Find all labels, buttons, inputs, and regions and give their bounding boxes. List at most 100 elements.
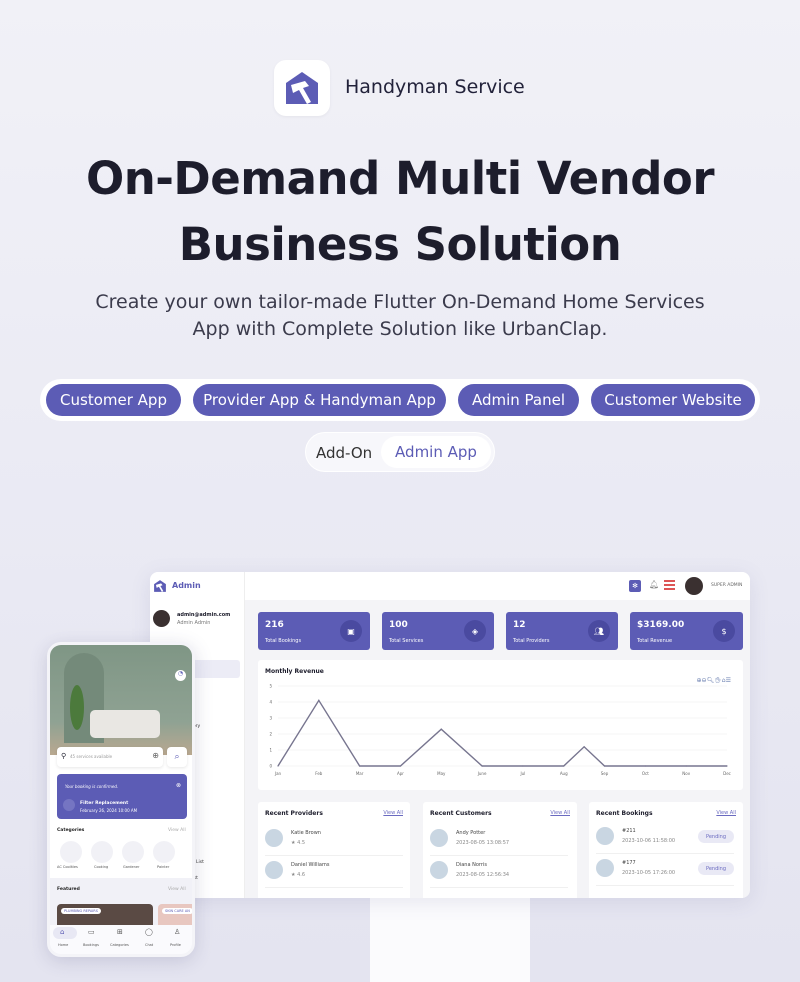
avatar	[265, 829, 283, 847]
categories-icon[interactable]: ⊞	[117, 928, 123, 936]
x-tick-label: Nov	[682, 771, 690, 776]
bell-icon[interactable]: 🔔︎	[649, 580, 659, 589]
chat-icon[interactable]: ◯	[145, 928, 153, 936]
theme-toggle-icon[interactable]: ✻	[629, 580, 641, 592]
data-point	[603, 765, 606, 767]
addon-admin-app[interactable]: Admin App	[381, 436, 491, 468]
nav-chat[interactable]: Chat	[145, 943, 153, 947]
data-point	[277, 765, 279, 767]
view-all-link[interactable]: View All	[168, 887, 186, 892]
card-title: Recent Customers	[430, 810, 492, 817]
admin-panel: Admin admin@admin.com Admin Admin rd gor…	[150, 572, 750, 898]
categories-title: Categories	[57, 828, 85, 833]
x-tick-label: Dec	[723, 771, 731, 776]
avatar	[596, 827, 614, 845]
banner-date: February 26, 2024 10:00 AM	[80, 808, 138, 813]
locate-icon[interactable]: ⊕	[152, 751, 159, 760]
users-icon: 👥︎	[588, 620, 610, 642]
data-point	[522, 765, 524, 767]
banner-service: Filter Replacement	[80, 801, 129, 806]
data-point	[481, 765, 483, 767]
card-title: Recent Bookings	[596, 810, 653, 817]
y-tick-label: 5	[269, 684, 272, 689]
admin-name: Admin Admin	[177, 620, 211, 626]
list-item[interactable]: #211 2023-10-06 11:58:00 Pending	[596, 822, 734, 854]
hero-room-image: ◔	[50, 645, 192, 755]
featured-tag: PLUMBING REPAIRS	[61, 908, 101, 914]
booking-date: 2023-10-05 17:26:00	[622, 870, 676, 876]
data-point	[644, 765, 646, 767]
categories-row: AC Coolities Cooking Gardener Painter	[57, 841, 192, 873]
pill-admin-panel[interactable]: Admin Panel	[458, 384, 579, 416]
stat-value: 12	[513, 620, 526, 630]
category-label[interactable]: Gardener	[123, 865, 139, 869]
view-all-link[interactable]: View All	[168, 828, 186, 833]
featured-title: Featured	[57, 887, 80, 892]
avatar	[596, 859, 614, 877]
stat-total-bookings[interactable]: 216 Total Bookings ▣	[258, 612, 370, 650]
customer-name: Diana Norris	[456, 862, 487, 868]
monthly-revenue-card: Monthly Revenue ⊕⊖🔍︎✋︎⌂☰ 0 1 2 3 4 5 Jan Feb Mar…	[258, 660, 743, 790]
provider-name: Daniel Williams	[291, 862, 330, 868]
category-label[interactable]: Cooking	[94, 865, 108, 869]
stat-value: 100	[389, 620, 408, 630]
category-icon[interactable]	[153, 841, 175, 863]
user-avatar[interactable]	[685, 577, 703, 595]
home-icon[interactable]: ⌂	[60, 928, 64, 936]
recent-customers-card: Recent Customers View All Andy Potter 202…	[423, 802, 577, 898]
booking-banner[interactable]: Your booking is confirmed. ⊗ Filter Repl…	[57, 774, 187, 819]
notification-icon[interactable]: ◔	[175, 670, 186, 681]
nav-home[interactable]: Home	[58, 943, 68, 947]
admin-logo-text: Admin	[172, 581, 201, 590]
recent-bookings-card: Recent Bookings View All #211 2023-10-06 …	[589, 802, 743, 898]
avatar	[265, 861, 283, 879]
recent-providers-card: Recent Providers View All Katie Brown ★ 4…	[258, 802, 410, 898]
list-item[interactable]: Daniel Williams ★ 4.6	[265, 856, 403, 888]
x-tick-label: May	[437, 771, 446, 776]
list-item[interactable]: Andy Potter 2023-08-05 13:08:57	[430, 824, 568, 856]
list-item[interactable]: Diana Norris 2023-08-05 12:56:34	[430, 856, 568, 888]
stat-label: Total Revenue	[637, 638, 673, 644]
pill-provider-app[interactable]: Provider App & Handyman App	[193, 384, 446, 416]
pill-customer-app[interactable]: Customer App	[46, 384, 181, 416]
category-icon[interactable]	[60, 841, 82, 863]
view-all-link[interactable]: View All	[716, 810, 736, 816]
stat-total-services[interactable]: 100 Total Services ◈	[382, 612, 494, 650]
category-label[interactable]: AC Coolities	[57, 865, 78, 869]
close-icon[interactable]: ⊗	[176, 782, 181, 789]
nav-bookings[interactable]: Bookings	[83, 943, 99, 947]
flag-us-icon[interactable]	[664, 580, 675, 592]
category-icon[interactable]	[91, 841, 113, 863]
view-all-link[interactable]: View All	[550, 810, 570, 816]
profile-icon[interactable]: ♙	[174, 928, 180, 936]
stat-value: 216	[265, 620, 284, 630]
stat-total-providers[interactable]: 12 Total Providers 👥︎	[506, 612, 618, 650]
data-point	[583, 746, 585, 748]
data-point	[563, 765, 565, 767]
x-tick-label: Aug	[560, 771, 568, 776]
booking-id: #211	[622, 828, 636, 834]
nav-profile[interactable]: Profile	[170, 943, 181, 947]
category-label[interactable]: Painter	[157, 865, 169, 869]
pill-customer-website[interactable]: Customer Website	[591, 384, 755, 416]
data-point	[359, 765, 361, 767]
list-item[interactable]: #177 2023-10-05 17:26:00 Pending	[596, 854, 734, 886]
brand-name: Handyman Service	[345, 76, 525, 98]
category-icon[interactable]	[122, 841, 144, 863]
stat-total-revenue[interactable]: $3169.00 Total Revenue $	[630, 612, 743, 650]
x-tick-label: Jan	[274, 771, 282, 776]
nav-categories[interactable]: Categories	[110, 943, 129, 947]
view-all-link[interactable]: View All	[383, 810, 403, 816]
hero-subtitle-line1: Create your own tailor-made Flutter On-D…	[95, 291, 705, 313]
provider-name: Katie Brown	[291, 830, 321, 836]
admin-topbar: ✻ 🔔︎ SUPER ADMIN	[245, 572, 750, 600]
search-button[interactable]: ⌕	[167, 747, 187, 767]
search-input[interactable]: ⚲ 45 services available ⊕	[57, 747, 163, 767]
x-tick-label: Mar	[356, 771, 364, 776]
list-item[interactable]: Katie Brown ★ 4.5	[265, 824, 403, 856]
x-tick-label: Oct	[642, 771, 649, 776]
stat-label: Total Providers	[513, 638, 550, 644]
addon-label: Add-On	[316, 444, 373, 462]
bookings-icon[interactable]: ▭	[88, 928, 95, 936]
customer-name: Andy Potter	[456, 830, 486, 836]
